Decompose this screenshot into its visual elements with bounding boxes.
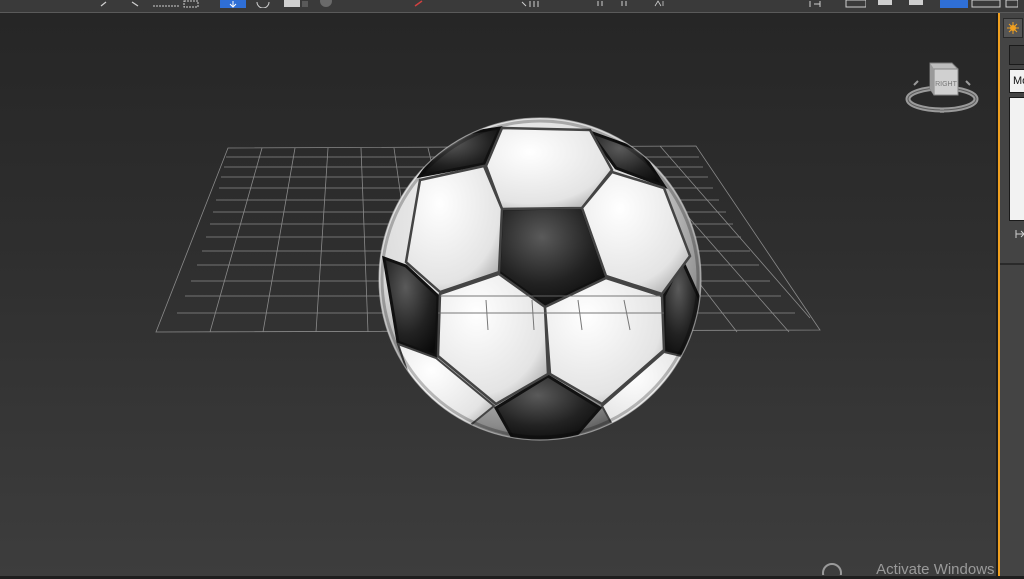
main-toolbar	[0, 0, 1024, 13]
pin-stack-icon[interactable]	[1013, 227, 1024, 241]
viewport-layout-icon[interactable]	[806, 0, 866, 8]
select-rotate-icon[interactable]	[255, 0, 271, 8]
mirror-icon[interactable]	[412, 0, 426, 8]
snap-icon[interactable]	[318, 0, 334, 8]
panel-divider	[1000, 263, 1024, 265]
select-move-icon[interactable]	[220, 0, 246, 8]
create-tab-icon[interactable]	[1003, 18, 1023, 38]
select-scale-icon[interactable]	[284, 0, 310, 8]
activation-watermark: Activate Windows	[822, 561, 995, 579]
object-name-field[interactable]	[1009, 45, 1024, 65]
render-icon[interactable]	[654, 0, 668, 8]
undo-icon[interactable]	[100, 0, 110, 8]
command-panel: Mo	[1000, 13, 1024, 576]
redo-icon[interactable]	[130, 0, 140, 8]
soccer-ball[interactable]	[378, 117, 702, 441]
watermark-icon	[822, 561, 842, 579]
watermark-text: Activate Windows	[876, 561, 995, 578]
align-icon[interactable]	[520, 0, 550, 8]
viewcube-face-label: RIGHT	[935, 81, 958, 88]
perspective-viewport[interactable]: RIGHT	[0, 13, 996, 576]
viewcube[interactable]: RIGHT	[904, 55, 980, 124]
layer-icon[interactable]	[594, 0, 638, 8]
panel-toggle-icon[interactable]	[878, 0, 1018, 8]
select-region-icon[interactable]	[152, 0, 202, 8]
viewport-scene	[155, 117, 821, 441]
object-type-dropdown[interactable]: Mo	[1009, 69, 1024, 93]
object-type-list[interactable]	[1009, 97, 1024, 221]
